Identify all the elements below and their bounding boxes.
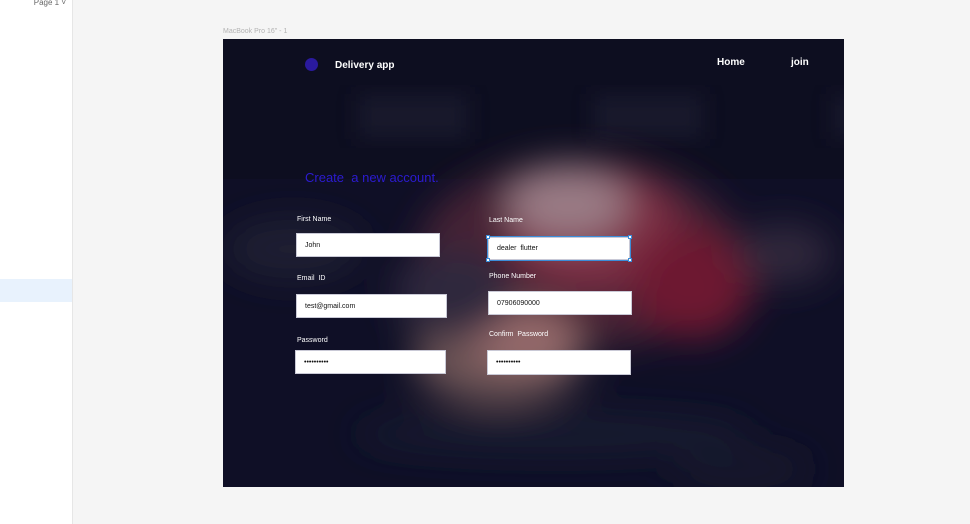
page-selector[interactable]: Page 1 ˅ — [0, 0, 72, 12]
last-name-label: Last Name — [489, 217, 523, 224]
frame-label[interactable]: MacBook Pro 16" - 1 — [223, 28, 287, 35]
resize-handle-icon[interactable] — [486, 235, 490, 239]
logo-icon — [305, 58, 318, 71]
email-input[interactable]: test@gmail.com — [296, 294, 447, 318]
last-name-input[interactable]: dealer flutter — [487, 236, 631, 261]
password-label: Password — [297, 337, 328, 344]
resize-handle-icon[interactable] — [486, 258, 490, 262]
layers-sidebar: Page 1 ˅ — [0, 0, 73, 524]
nav-home-link[interactable]: Home — [717, 57, 745, 68]
confirm-password-label: Confirm Password — [489, 331, 549, 338]
phone-label: Phone Number — [489, 273, 537, 280]
password-input[interactable]: •••••••••• — [295, 350, 446, 374]
selected-layer-row[interactable] — [0, 279, 72, 302]
email-label: Email ID — [297, 275, 326, 282]
design-frame[interactable]: Delivery app Home join Create a new acco… — [223, 39, 844, 487]
blurred-food-background — [223, 39, 844, 487]
first-name-label: First Name — [297, 216, 332, 223]
resize-handle-icon[interactable] — [628, 235, 632, 239]
confirm-password-input[interactable]: •••••••••• — [487, 350, 631, 375]
brand-name: Delivery app — [335, 60, 395, 71]
first-name-input[interactable]: John — [296, 233, 440, 257]
resize-handle-icon[interactable] — [628, 258, 632, 262]
phone-input[interactable]: 07906090000 — [488, 291, 632, 315]
page-title: Create a new account. — [305, 170, 439, 185]
nav-join-link[interactable]: join — [791, 57, 809, 68]
